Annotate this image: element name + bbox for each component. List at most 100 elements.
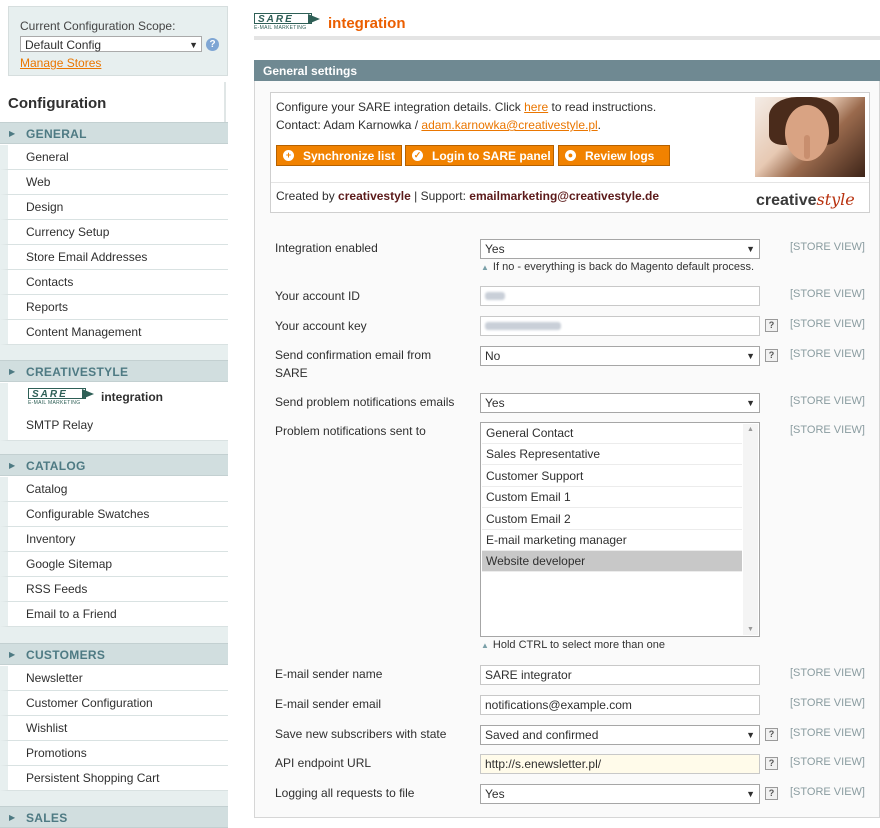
- help-icon[interactable]: ?: [206, 38, 219, 51]
- sidebar-item-rss-feeds[interactable]: RSS Feeds: [0, 577, 228, 602]
- sare-logo-tagline: E-MAIL MARKETING: [28, 400, 81, 406]
- sidebar-item-integration[interactable]: SARE E-MAIL MARKETING integration: [0, 383, 228, 411]
- send-confirmation-select[interactable]: No ▼: [480, 346, 760, 366]
- help-icon[interactable]: ?: [765, 349, 778, 362]
- scope-tag: [STORE VIEW]: [790, 697, 865, 709]
- field-label: Your account key: [275, 319, 367, 333]
- sidebar-item-label: Design: [26, 200, 64, 214]
- account-key-input[interactable]: [480, 316, 760, 336]
- sender-name-input[interactable]: SARE integrator: [480, 665, 760, 685]
- sidebar-item-smtp-relay[interactable]: SMTP Relay: [0, 411, 228, 441]
- sare-logo: SARE E-MAIL MARKETING: [28, 388, 98, 406]
- info-text: to read instructions.: [548, 100, 657, 114]
- chevron-down-icon: ▼: [746, 398, 755, 408]
- scope-select[interactable]: Default Config ▼: [20, 36, 202, 52]
- sidebar-item-configurable-swatches[interactable]: Configurable Swatches: [0, 502, 228, 527]
- general-settings-fieldset: Configure your SARE integration details.…: [254, 81, 880, 818]
- multiselect-option-selected[interactable]: Website developer: [482, 551, 742, 572]
- sidebar-item-persistent-shopping-cart[interactable]: Persistent Shopping Cart: [0, 766, 228, 791]
- scroll-down-icon[interactable]: ▼: [747, 626, 754, 633]
- section-sales[interactable]: ▶ SALES: [0, 806, 228, 828]
- note-text: Hold CTRL to select more than one: [492, 639, 665, 651]
- sidebar-item-label: Promotions: [26, 746, 87, 760]
- sidebar-item-reports[interactable]: Reports: [0, 295, 228, 320]
- section-creativestyle[interactable]: ▶ CREATIVESTYLE: [0, 360, 228, 382]
- multiselect-option[interactable]: Sales Representative: [482, 444, 742, 465]
- select-value: No: [485, 349, 501, 363]
- divider: [271, 182, 869, 183]
- select-value: Yes: [485, 242, 505, 256]
- send-problem-select[interactable]: Yes ▼: [480, 393, 760, 413]
- section-catalog[interactable]: ▶ CATALOG: [0, 454, 228, 476]
- photo-finger: [804, 135, 810, 159]
- scrollbar[interactable]: ▲ ▼: [743, 424, 758, 635]
- field-label: Logging all requests to file: [275, 786, 415, 800]
- integration-enabled-select[interactable]: Yes ▼: [480, 239, 760, 259]
- login-sare-panel-button[interactable]: ✓ Login to SARE panel: [405, 145, 554, 166]
- logo-text-italic: style: [816, 190, 855, 209]
- logging-select[interactable]: Yes ▼: [480, 784, 760, 804]
- multiselect-option[interactable]: Customer Support: [482, 466, 742, 487]
- scroll-up-icon[interactable]: ▲: [747, 426, 754, 433]
- field-label: E-mail sender email: [275, 697, 382, 711]
- info-text: Contact: Adam Karnowka /: [276, 118, 422, 132]
- sidebar-item-newsletter[interactable]: Newsletter: [0, 666, 228, 691]
- expand-icon: ▶: [9, 367, 16, 376]
- contact-email-link[interactable]: adam.karnowka@creativestyle.pl: [421, 118, 597, 132]
- sidebar-item-contacts[interactable]: Contacts: [0, 270, 228, 295]
- sidebar-item-promotions[interactable]: Promotions: [0, 741, 228, 766]
- subscriber-state-select[interactable]: Saved and confirmed ▼: [480, 725, 760, 745]
- sidebar-item-store-email-addresses[interactable]: Store Email Addresses: [0, 245, 228, 270]
- manage-stores-link[interactable]: Manage Stores: [20, 56, 101, 70]
- sender-email-input[interactable]: notifications@example.com: [480, 695, 760, 715]
- sidebar-item-google-sitemap[interactable]: Google Sitemap: [0, 552, 228, 577]
- sidebar-item-web[interactable]: Web: [0, 170, 228, 195]
- sare-arrow-icon: [308, 14, 320, 24]
- sidebar-item-label: Content Management: [26, 325, 142, 339]
- sidebar-item-customer-configuration[interactable]: Customer Configuration: [0, 691, 228, 716]
- sidebar-item-catalog[interactable]: Catalog: [0, 477, 228, 502]
- sidebar-item-design[interactable]: Design: [0, 195, 228, 220]
- synchronize-list-button[interactable]: + Synchronize list: [276, 145, 402, 166]
- select-value: Yes: [485, 787, 505, 801]
- logo-text: creative: [756, 192, 817, 209]
- api-endpoint-input[interactable]: http://s.enewsletter.pl/: [480, 754, 760, 774]
- problem-recipients-multiselect[interactable]: General Contact Sales Representative Cus…: [480, 422, 760, 637]
- review-logs-button[interactable]: ● Review logs: [558, 145, 670, 166]
- section-label: SALES: [26, 811, 68, 825]
- chevron-down-icon: ▼: [746, 789, 755, 799]
- help-icon[interactable]: ?: [765, 319, 778, 332]
- multiselect-option[interactable]: Custom Email 2: [482, 509, 742, 530]
- credits-company: creativestyle: [338, 189, 411, 203]
- field-note: ▲ If no - everything is back do Magento d…: [481, 261, 754, 273]
- help-icon[interactable]: ?: [765, 757, 778, 770]
- redacted-value: [485, 292, 505, 300]
- section-general[interactable]: ▶ GENERAL: [0, 122, 228, 144]
- multiselect-option[interactable]: Custom Email 1: [482, 487, 742, 508]
- section-label: CUSTOMERS: [26, 648, 106, 662]
- sidebar-item-email-to-a-friend[interactable]: Email to a Friend: [0, 602, 228, 627]
- sidebar-item-inventory[interactable]: Inventory: [0, 527, 228, 552]
- expand-icon: ▶: [9, 813, 16, 822]
- multiselect-option[interactable]: General Contact: [482, 423, 742, 444]
- fieldset-header[interactable]: General settings: [254, 60, 880, 81]
- sidebar-gap: [0, 791, 228, 806]
- sidebar-item-label: Web: [26, 175, 51, 189]
- scope-tag: [STORE VIEW]: [790, 318, 865, 330]
- sidebar-item-wishlist[interactable]: Wishlist: [0, 716, 228, 741]
- sidebar-item-label: Currency Setup: [26, 225, 110, 239]
- section-customers[interactable]: ▶ CUSTOMERS: [0, 643, 228, 665]
- sidebar-item-content-management[interactable]: Content Management: [0, 320, 228, 345]
- help-icon[interactable]: ?: [765, 728, 778, 741]
- sidebar-item-label: Newsletter: [26, 671, 83, 685]
- sidebar-item-general[interactable]: General: [0, 145, 228, 170]
- redacted-value: [485, 322, 561, 330]
- sidebar-item-currency-setup[interactable]: Currency Setup: [0, 220, 228, 245]
- help-icon[interactable]: ?: [765, 787, 778, 800]
- field-label: Your account ID: [275, 289, 360, 303]
- account-id-input[interactable]: [480, 286, 760, 306]
- instructions-link[interactable]: here: [524, 100, 548, 114]
- multiselect-option[interactable]: E-mail marketing manager: [482, 530, 742, 551]
- sidebar-item-label: Contacts: [26, 275, 74, 289]
- info-line-contact: Contact: Adam Karnowka / adam.karnowka@c…: [276, 118, 601, 132]
